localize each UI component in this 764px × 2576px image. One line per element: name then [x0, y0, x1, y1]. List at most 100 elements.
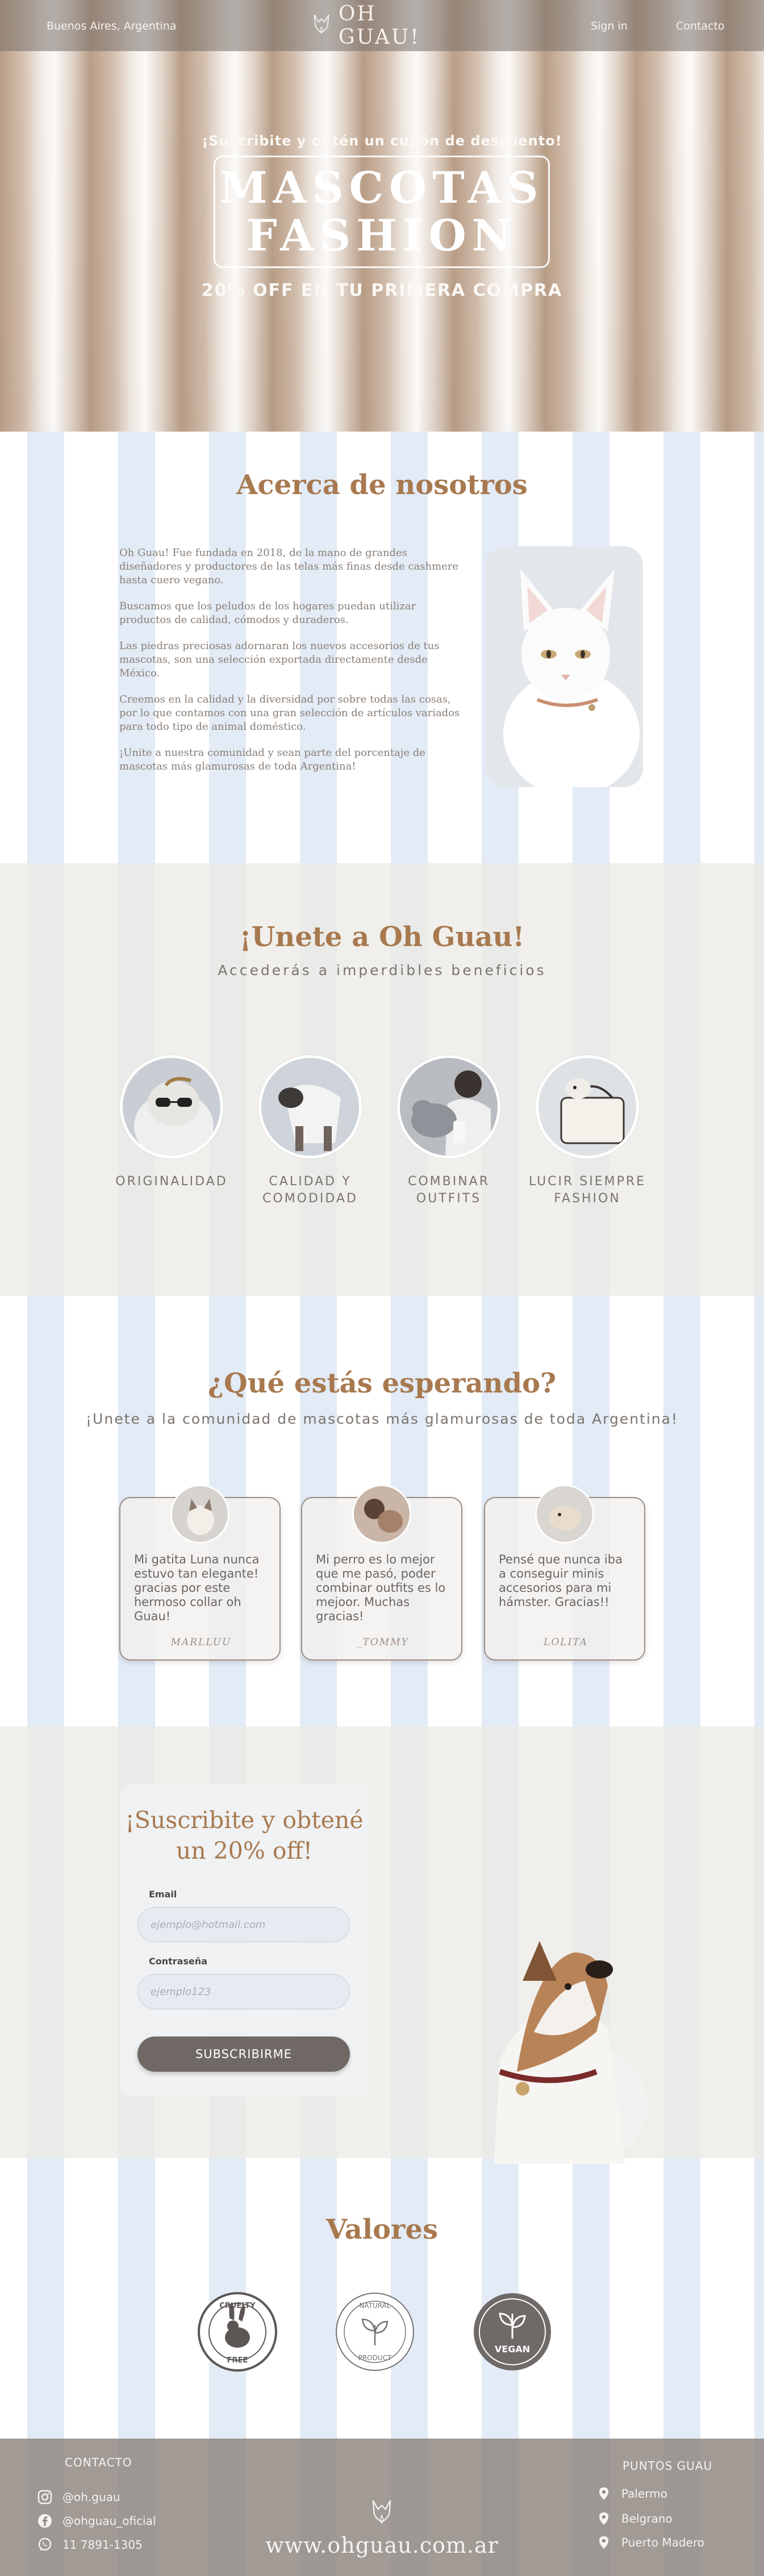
about-paragraph: Oh Guau! Fue fundada en 2018, de la mano…: [119, 547, 459, 586]
dog-logo-icon: [372, 2500, 391, 2524]
testimonial-author: _TOMMY: [357, 1637, 409, 1648]
point-palermo: Palermo: [596, 2486, 667, 2501]
nav-location: Buenos Aires, Argentina: [47, 20, 177, 32]
instagram-link[interactable]: @oh.guau: [37, 2490, 120, 2504]
benefit-label-line: OUTFITS: [416, 1191, 482, 1206]
benefit-illustration: [400, 1058, 498, 1156]
testimonial-quote: Mi perro es lo mejor que me pasó, poder …: [316, 1553, 446, 1623]
subscribe-title: ¡Suscribite y obtené un 20% off!: [125, 1806, 364, 1864]
benefit-originality: ORIGINALIDAD: [109, 1055, 234, 1190]
password-field[interactable]: [137, 1974, 350, 2009]
badge-text-top: NATURAL: [359, 2302, 390, 2310]
testimonials-subtitle: ¡Unete a la comunidad de mascotas más gl…: [86, 1411, 678, 1427]
location-pin-icon: [599, 2487, 608, 2500]
cruelty-free-badge: CRUELTY FREE: [197, 2291, 278, 2373]
point-puerto-madero: Puerto Madero: [596, 2535, 704, 2550]
join-subtitle: Accederás a imperdibles beneficios: [218, 962, 546, 978]
hamster-avatar-illustration: [537, 1486, 592, 1542]
badge-text-bottom: PRODUCT: [358, 2354, 392, 2362]
dog-bag-image: [536, 1055, 639, 1159]
join-title: ¡Unete a Oh Guau!: [239, 921, 525, 953]
instagram-icon: [37, 2490, 52, 2504]
about-paragraph: Buscamos que los peludos de los hogares …: [119, 600, 416, 626]
cat-avatar-illustration: [172, 1486, 228, 1542]
dog-illustration: [494, 1941, 648, 2168]
testimonial-quote: Mi gatita Luna nunca estuvo tan elegante…: [134, 1553, 260, 1623]
location-pin-icon: [599, 2536, 608, 2549]
contact-link[interactable]: Contacto: [676, 20, 725, 32]
testimonials-title: ¿Qué estás esperando?: [207, 1368, 557, 1399]
benefit-illustration: [261, 1058, 359, 1156]
testimonial-card: Mi perro es lo mejor que me pasó, poder …: [301, 1484, 462, 1661]
badge-text: VEGAN: [495, 2344, 530, 2355]
benefit-label-line: LUCIR SIEMPRE: [528, 1174, 646, 1189]
location-pin-icon: [599, 2512, 608, 2525]
natural-product-icon: NATURAL PRODUCT: [336, 2293, 414, 2371]
benefit-label-line: ORIGINALIDAD: [115, 1174, 228, 1189]
avatar: [170, 1484, 229, 1544]
owner-dog-avatar-illustration: [354, 1486, 410, 1542]
dog-looking-up-image: [454, 1918, 682, 2168]
about-paragraph: ¡Unite a nuestra comunidad y sean parte …: [119, 747, 425, 772]
hero-subtitle: 20% OFF EN TU PRIMERA COMPRA: [201, 281, 563, 300]
badge-text-top: CRUELTY: [219, 2302, 256, 2310]
about-text: Oh Guau! Fue fundada en 2018, de la mano…: [119, 546, 460, 786]
email-field[interactable]: [137, 1907, 350, 1942]
dog-sunglasses-image: [120, 1055, 223, 1159]
facebook-handle: @ohguau_oficial: [62, 2514, 156, 2528]
email-label: Email: [149, 1889, 177, 1900]
benefit-fashion: LUCIR SIEMPRE FASHION: [525, 1055, 650, 1207]
owner-dog-image: [397, 1055, 500, 1159]
instagram-handle: @oh.guau: [62, 2490, 120, 2504]
point-name: Puerto Madero: [621, 2536, 704, 2549]
point-name: Palermo: [621, 2487, 667, 2500]
point-belgrano: Belgrano: [596, 2511, 673, 2526]
about-title: Acerca de nosotros: [236, 469, 528, 501]
benefit-illustration: [538, 1058, 636, 1156]
vegan-badge: VEGAN: [471, 2291, 553, 2373]
signin-link[interactable]: Sign in: [591, 20, 628, 32]
white-cat-image: [486, 546, 643, 787]
benefit-label-line: COMODIDAD: [262, 1191, 358, 1206]
benefit-label-line: COMBINAR: [407, 1174, 490, 1189]
values-title: Valores: [325, 2214, 439, 2245]
benefit-label: COMBINAR OUTFITS: [386, 1173, 511, 1207]
about-paragraph: Las piedras preciosas adornaran los nuev…: [119, 640, 440, 679]
badge-text-bottom: FREE: [227, 2356, 248, 2365]
hero-title-line2: FASHION: [246, 210, 517, 261]
benefit-label: ORIGINALIDAD: [109, 1173, 234, 1190]
benefit-label: CALIDAD Y COMODIDAD: [248, 1173, 373, 1207]
dog-logo-icon: [314, 14, 329, 34]
dog-coat-image: [258, 1055, 362, 1159]
hero-title-box: MASCOTAS FASHION: [214, 156, 550, 268]
point-name: Belgrano: [621, 2512, 673, 2525]
testimonial-author: LOLITA: [544, 1637, 588, 1648]
cat-illustration: [486, 546, 643, 787]
brand-logo[interactable]: OH GUAU!: [311, 2, 453, 49]
testimonial-quote: Pensé que nunca iba a conseguir minis ac…: [499, 1553, 623, 1609]
hero-banner: ¡Suscribite y obtén un cupón de descuent…: [0, 0, 764, 432]
testimonial-author: MARLLUU: [170, 1637, 232, 1648]
hero-title-line1: MASCOTAS: [219, 162, 544, 213]
avatar: [352, 1484, 411, 1544]
brand-name: OH GUAU!: [338, 2, 420, 49]
benefit-outfits: COMBINAR OUTFITS: [386, 1055, 511, 1207]
password-label: Contraseña: [149, 1956, 208, 1967]
about-paragraph: Creemos en la calidad y la diversidad po…: [119, 693, 460, 733]
avatar: [535, 1484, 594, 1544]
testimonial-card: Pensé que nunca iba a conseguir minis ac…: [484, 1484, 645, 1661]
footer: CONTACTO @oh.guau @ohguau_oficial 11 789…: [0, 2439, 764, 2576]
benefit-illustration: [123, 1058, 220, 1156]
benefit-label-line: FASHION: [554, 1191, 621, 1206]
vegan-icon: VEGAN: [474, 2293, 551, 2370]
testimonial-card: Mi gatita Luna nunca estuvo tan elegante…: [119, 1484, 281, 1661]
natural-product-badge: NATURAL PRODUCT: [334, 2291, 416, 2373]
benefit-label-line: CALIDAD Y: [269, 1174, 352, 1189]
subscribe-button[interactable]: SUBSCRIBIRME: [137, 2036, 350, 2072]
facebook-link[interactable]: @ohguau_oficial: [37, 2514, 156, 2528]
benefit-label: LUCIR SIEMPRE FASHION: [525, 1173, 650, 1207]
top-navbar: Buenos Aires, Argentina OH GUAU! Sign in…: [0, 0, 764, 51]
hero-kicker: ¡Suscribite y obtén un cupón de descuent…: [202, 133, 562, 149]
footer-contact-heading: CONTACTO: [65, 2456, 132, 2469]
subscribe-form: ¡Suscribite y obtené un 20% off! Email C…: [120, 1784, 368, 2097]
